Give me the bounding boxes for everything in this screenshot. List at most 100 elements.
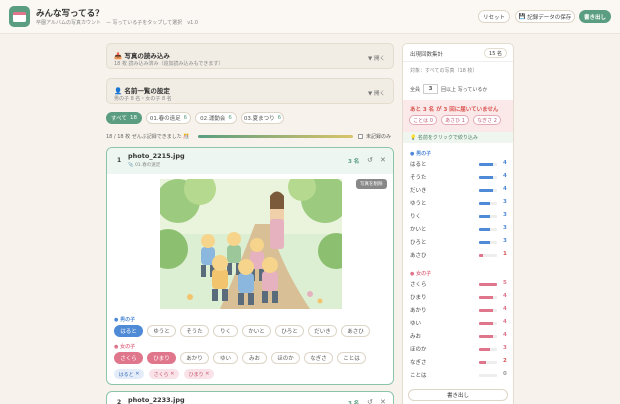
- boys-group-label: ● 男の子: [114, 317, 136, 323]
- name-list-title: 👤 名前一覧の設定: [114, 87, 170, 95]
- rotate-icon[interactable]: ↺: [367, 398, 373, 404]
- close-icon[interactable]: ✕: [380, 398, 386, 404]
- summary-row[interactable]: なぎさ 2: [403, 358, 513, 370]
- excursion-illustration: [148, 173, 354, 309]
- summary-row[interactable]: あさひ 1: [403, 251, 513, 263]
- summary-row-name: ゆうと: [410, 201, 427, 207]
- summary-row[interactable]: ひろと 3: [403, 238, 513, 250]
- summary-row[interactable]: みお 4: [403, 332, 513, 344]
- save-icon: 💾: [518, 13, 526, 20]
- summary-row-count: 5: [503, 280, 507, 286]
- boy-button-riku[interactable]: りく: [213, 325, 238, 337]
- photo-load-title: 📥 写真の読み込み: [114, 52, 170, 60]
- summary-row-name: あさひ: [410, 253, 427, 259]
- filter-summer-festival[interactable]: 03.夏まつり 6: [241, 112, 284, 124]
- summary-row-name: みお: [410, 334, 422, 340]
- unrecorded-only-checkbox[interactable]: 未記録のみ: [358, 133, 391, 140]
- reset-button[interactable]: リセット: [478, 10, 510, 23]
- summary-row-count: 4: [503, 319, 507, 325]
- min-count-row: 全員 3 回以上 写っているか: [410, 84, 488, 94]
- girl-button-kotoha[interactable]: ことは: [337, 352, 366, 364]
- summary-row-bar: [479, 189, 497, 192]
- summary-row-count: 3: [503, 199, 507, 205]
- summary-row[interactable]: だいき 4: [403, 186, 513, 198]
- summary-row-bar: [479, 283, 497, 286]
- summary-target: 対象：すべての写真（18 枚）: [410, 68, 478, 74]
- summary-row[interactable]: そうた 4: [403, 173, 513, 185]
- summary-row-count: 2: [503, 358, 507, 364]
- summary-row-count: 4: [503, 160, 507, 166]
- filter-sports-day[interactable]: 02.運動会 6: [195, 112, 237, 124]
- filter-hint: 💡 名前をクリックで絞り込み: [403, 132, 513, 143]
- selected-tag[interactable]: ひまり ✕: [184, 369, 214, 379]
- app-subtitle: 卒園アルバムの写真カウント — 写っている子をタップして選択 v1.0: [36, 20, 199, 26]
- photo-load-status: 18 枚 読み込み済み（追加読み込みもできます）: [114, 61, 224, 67]
- summary-row-bar: [479, 322, 497, 325]
- summary-row-bar: [479, 254, 497, 257]
- summary-row[interactable]: ほのか 3: [403, 345, 513, 357]
- summary-row-bar: [479, 176, 497, 179]
- rotate-icon[interactable]: ↺: [367, 156, 373, 164]
- girl-button-honoka[interactable]: ほのか: [271, 352, 300, 364]
- summary-row[interactable]: はると 4: [403, 160, 513, 172]
- filter-all[interactable]: すべて 18: [106, 112, 142, 124]
- summary-row-count: 4: [503, 186, 507, 192]
- people-count-badge: 15 名: [484, 48, 507, 58]
- girls-group-label: ● 女の子: [114, 344, 136, 350]
- boy-button-haruto[interactable]: はると: [114, 325, 143, 337]
- name-list-toggle[interactable]: ▼ 開く: [368, 89, 385, 97]
- boy-button-kaito[interactable]: かいと: [242, 325, 271, 337]
- girl-button-himari[interactable]: ひまり: [147, 352, 176, 364]
- selected-tag[interactable]: はると ✕: [114, 369, 144, 379]
- summary-row-name: さくら: [410, 282, 427, 288]
- summary-row-name: ほのか: [410, 347, 427, 353]
- selected-tag[interactable]: さくら ✕: [149, 369, 179, 379]
- girl-button-akari[interactable]: あかり: [180, 352, 209, 364]
- photo-load-toggle[interactable]: ▼ 開く: [368, 54, 385, 62]
- summary-row[interactable]: ゆい 4: [403, 319, 513, 331]
- name-list-card[interactable]: 👤 名前一覧の設定 男の子 8 名・女の子 8 名 ▼ 開く: [106, 78, 394, 104]
- photo-index: 1: [117, 157, 122, 164]
- summary-row-count: 4: [503, 332, 507, 338]
- min-count-input[interactable]: 3: [423, 84, 439, 94]
- name-list-status: 男の子 8 名・女の子 8 名: [114, 96, 172, 102]
- photo-index: 2: [117, 399, 122, 404]
- close-icon[interactable]: ✕: [380, 156, 386, 164]
- save-record-button[interactable]: 💾 記録データの保存: [515, 10, 575, 23]
- summary-boys-label: ● 男の子: [410, 151, 432, 157]
- warning-name-pill[interactable]: なぎさ 2: [473, 115, 501, 125]
- summary-row-name: かいと: [410, 227, 427, 233]
- filter-spring-excursion[interactable]: 01.春の遠足 6: [146, 112, 191, 124]
- girl-button-sakura[interactable]: さくら: [114, 352, 143, 364]
- app-title: みんな写ってる？: [36, 9, 104, 19]
- export-button[interactable]: 書き出し: [579, 10, 611, 23]
- summary-panel: 出現回数集計 15 名 対象：すべての写真（18 枚） 全員 3 回以上 写って…: [402, 43, 514, 404]
- summary-row-count: 1: [503, 251, 507, 257]
- summary-row[interactable]: りく 3: [403, 212, 513, 224]
- boy-button-daiki[interactable]: だいき: [308, 325, 337, 337]
- summary-row-name: なぎさ: [410, 360, 427, 366]
- girl-button-nagisa[interactable]: なぎさ: [304, 352, 333, 364]
- summary-row-bar: [479, 241, 497, 244]
- summary-row[interactable]: ひまり 4: [403, 293, 513, 305]
- girl-button-mio[interactable]: みお: [242, 352, 267, 364]
- app-header: みんな写ってる？ 卒園アルバムの写真カウント — 写っている子をタップして選択 …: [0, 0, 620, 34]
- boy-button-hiroto[interactable]: ひろと: [275, 325, 304, 337]
- warning-name-pill[interactable]: ことは 0: [409, 115, 437, 125]
- boy-button-yuto[interactable]: ゆうと: [147, 325, 176, 337]
- summary-row[interactable]: ことは 0: [403, 371, 513, 383]
- warning-name-pill[interactable]: あさひ 1: [441, 115, 469, 125]
- girl-button-yui[interactable]: ゆい: [213, 352, 238, 364]
- boy-button-sota[interactable]: そうた: [180, 325, 209, 337]
- summary-row[interactable]: ゆうと 3: [403, 199, 513, 211]
- photo-load-card[interactable]: 📥 写真の読み込み 18 枚 読み込み済み（追加読み込みもできます） ▼ 開く: [106, 43, 394, 69]
- photo-image[interactable]: [148, 173, 354, 309]
- summary-row[interactable]: あかり 4: [403, 306, 513, 318]
- progress-bar: [198, 135, 353, 138]
- summary-row[interactable]: さくら 5: [403, 280, 513, 292]
- boy-button-asahi[interactable]: あさひ: [341, 325, 370, 337]
- delete-photo-button[interactable]: 写真を削除: [356, 179, 387, 189]
- summary-export-button[interactable]: 書き出し: [408, 389, 508, 401]
- summary-row-name: ひろと: [410, 240, 427, 246]
- summary-row[interactable]: かいと 3: [403, 225, 513, 237]
